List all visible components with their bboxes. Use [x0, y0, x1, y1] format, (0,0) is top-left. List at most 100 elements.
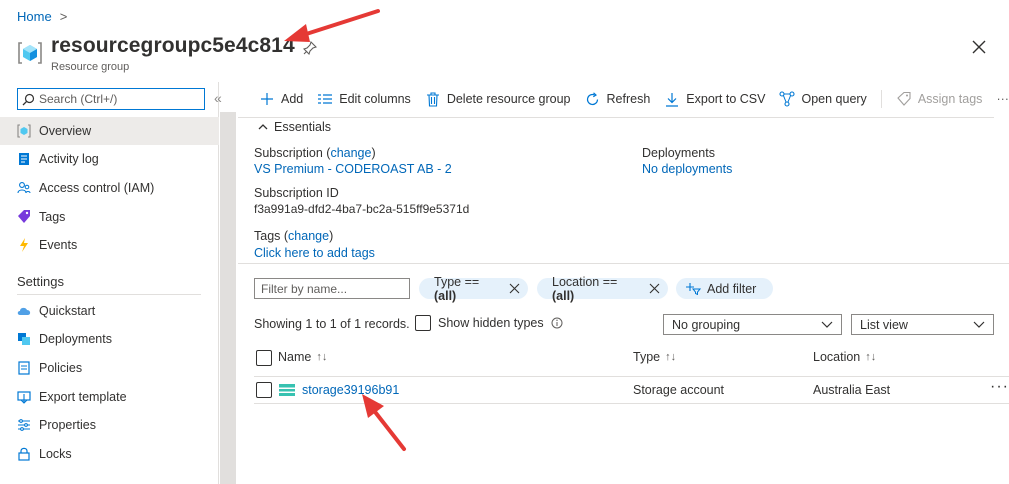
tag-icon — [17, 210, 31, 224]
select-all-checkbox[interactable] — [256, 350, 272, 366]
essentials-label: Essentials — [274, 120, 331, 134]
sidebar-scrollbar[interactable] — [220, 112, 236, 484]
sidebar-item-overview[interactable]: Overview — [0, 117, 219, 145]
sort-arrows-icon: ↑↓ — [865, 351, 877, 363]
add-button[interactable]: Add — [259, 91, 303, 107]
page-title: resourcegroupc5e4c814 — [51, 34, 295, 57]
add-button-label: Add — [281, 92, 304, 106]
row-checkbox[interactable] — [256, 382, 272, 398]
sidebar-item-properties[interactable]: Properties — [0, 411, 219, 439]
sidebar-item-quickstart[interactable]: Quickstart — [0, 297, 219, 325]
sidebar-item-events[interactable]: Events — [0, 231, 219, 259]
chevron-down-icon — [973, 321, 985, 328]
refresh-icon — [585, 91, 601, 107]
column-header-name[interactable]: Name ↑↓ — [278, 350, 327, 364]
sidebar-item-deployments[interactable]: Deployments — [0, 325, 219, 353]
sidebar-item-label: Export template — [39, 390, 127, 404]
breadcrumb-home-link[interactable]: Home — [17, 9, 52, 24]
policies-icon — [17, 361, 31, 375]
sidebar-item-policies[interactable]: Policies — [0, 354, 219, 382]
grouping-select[interactable]: No grouping — [663, 314, 842, 335]
show-hidden-types-checkbox[interactable]: Show hidden types — [415, 315, 563, 331]
lightning-icon — [17, 238, 31, 252]
filter-by-name-input[interactable] — [254, 278, 410, 299]
remove-filter-icon[interactable] — [509, 283, 520, 294]
view-select[interactable]: List view — [851, 314, 994, 335]
info-icon[interactable] — [551, 317, 563, 329]
subscription-change-link[interactable]: change — [330, 146, 371, 160]
column-header-label: Type — [633, 350, 661, 364]
open-query-label: Open query — [801, 92, 867, 106]
sort-arrows-icon: ↑↓ — [316, 351, 328, 363]
row-more-actions-button[interactable]: ··· — [990, 378, 1009, 396]
sidebar-item-access-control[interactable]: Access control (IAM) — [0, 174, 219, 202]
sidebar-item-export-template[interactable]: Export template — [0, 383, 219, 411]
plus-icon — [259, 91, 275, 107]
column-header-location[interactable]: Location ↑↓ — [813, 350, 876, 364]
column-header-type[interactable]: Type ↑↓ — [633, 350, 676, 364]
refresh-label: Refresh — [606, 92, 651, 106]
subscription-label: Subscription — [254, 146, 323, 160]
resource-group-icon — [17, 124, 31, 138]
resource-location-cell: Australia East — [813, 383, 891, 397]
cloud-icon — [17, 304, 31, 318]
download-icon — [664, 91, 680, 107]
table-row[interactable]: storage39196b91 Storage account Australi… — [254, 376, 1009, 404]
assign-tags-label: Assign tags — [917, 92, 983, 106]
location-filter-text: Location == (all) — [552, 274, 618, 303]
sidebar-item-locks[interactable]: Locks — [0, 440, 219, 468]
close-icon[interactable] — [970, 38, 988, 56]
people-icon — [17, 181, 31, 195]
column-header-label: Name — [278, 350, 312, 364]
deployments-value-link[interactable]: No deployments — [642, 162, 732, 176]
open-query-button[interactable]: Open query — [779, 91, 867, 107]
location-filter-pill[interactable]: Location == (all) — [537, 275, 668, 303]
delete-resource-group-button[interactable]: Delete resource group — [425, 91, 571, 107]
tag-outline-icon — [896, 91, 912, 107]
subscription-value-link[interactable]: VS Premium - CODEROAST AB - 2 — [254, 162, 452, 176]
view-value: List view — [860, 317, 908, 332]
delete-label: Delete resource group — [446, 92, 571, 106]
export-template-icon — [17, 390, 31, 404]
refresh-button[interactable]: Refresh — [585, 91, 651, 107]
add-filter-button[interactable]: Add filter — [676, 278, 773, 299]
sidebar-item-tags[interactable]: Tags — [0, 203, 219, 231]
resource-type-cell: Storage account — [633, 383, 725, 397]
deployments-label: Deployments — [642, 146, 715, 160]
sidebar-search-box[interactable] — [17, 88, 205, 110]
tags-change-link[interactable]: change — [288, 229, 329, 243]
breadcrumb: Home > — [17, 9, 67, 24]
command-bar: Add Edit columns Delete resource group R… — [259, 88, 1009, 110]
grouping-value: No grouping — [672, 317, 741, 332]
sidebar-item-label: Locks — [39, 447, 72, 461]
essentials-toggle[interactable]: Essentials — [258, 120, 331, 134]
subscription-id-label: Subscription ID — [254, 186, 339, 200]
edit-columns-button[interactable]: Edit columns — [317, 91, 411, 107]
export-csv-label: Export to CSV — [686, 92, 766, 106]
search-icon — [22, 93, 35, 106]
type-filter-pill[interactable]: Type == (all) — [419, 275, 528, 303]
add-filter-icon — [686, 282, 701, 295]
pin-icon[interactable] — [302, 40, 318, 56]
tags-label: Tags — [254, 229, 281, 243]
lock-icon — [17, 447, 31, 461]
settings-section-header: Settings — [17, 274, 64, 289]
toolbar-separator — [880, 90, 882, 108]
export-csv-button[interactable]: Export to CSV — [664, 91, 765, 107]
sidebar: « Overview Activity log Access control (… — [0, 82, 222, 484]
storage-account-icon — [278, 383, 296, 397]
sidebar-item-label: Events — [39, 238, 78, 252]
resource-name-link[interactable]: storage39196b91 — [302, 383, 399, 397]
add-filter-label: Add filter — [707, 281, 757, 296]
more-commands-button[interactable]: ··· — [996, 92, 1009, 106]
trash-icon — [425, 91, 441, 107]
sidebar-item-label: Activity log — [39, 152, 99, 166]
sidebar-search-input[interactable] — [39, 92, 199, 106]
add-tags-link[interactable]: Click here to add tags — [254, 246, 375, 260]
show-hidden-types-label: Show hidden types — [438, 316, 544, 330]
sidebar-item-activity-log[interactable]: Activity log — [0, 145, 219, 173]
remove-filter-icon[interactable] — [649, 283, 660, 294]
assign-tags-button[interactable]: Assign tags — [896, 91, 983, 107]
collapse-sidebar-icon[interactable]: « — [214, 90, 222, 106]
checkbox[interactable] — [415, 315, 431, 331]
